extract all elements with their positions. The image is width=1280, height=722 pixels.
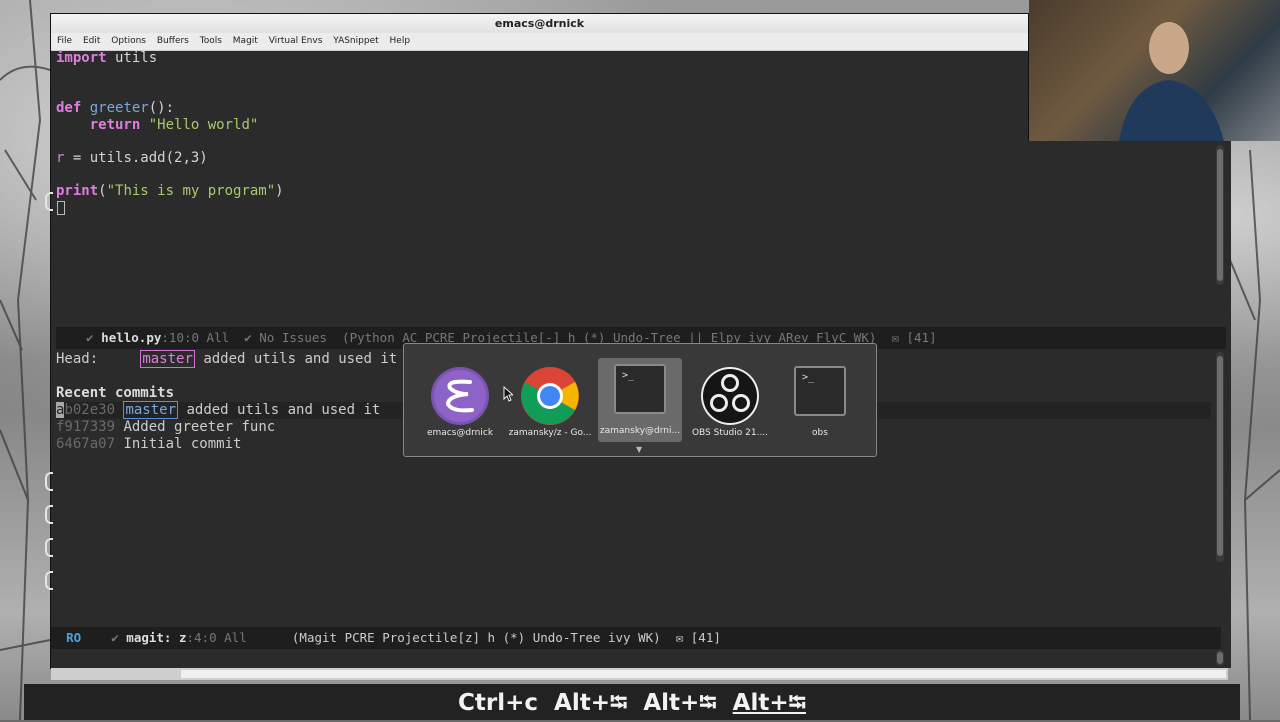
- commit-row[interactable]: f917339 Added greeter func: [56, 419, 275, 436]
- code-line[interactable]: return "Hello world": [56, 117, 259, 134]
- fringe-marker: [45, 538, 53, 557]
- code-line[interactable]: print("This is my program"): [56, 183, 284, 200]
- webcam-overlay: [1029, 0, 1280, 141]
- chrome-icon: [520, 366, 580, 426]
- switcher-item-terminal-active[interactable]: >_ zamansky@drni...: [598, 358, 682, 442]
- menu-buffers[interactable]: Buffers: [157, 33, 189, 50]
- window-title: emacs@drnick: [51, 14, 1028, 33]
- minibuffer-scrollbar[interactable]: [1216, 650, 1224, 666]
- fringe-marker: [45, 505, 53, 524]
- key-ctrl-c: Ctrl+c: [458, 690, 539, 716]
- magit-modeline: RO ✔ magit: z:4:0 All (Magit PCRE Projec…: [51, 627, 1221, 649]
- menu-magit[interactable]: Magit: [233, 33, 258, 50]
- horizontal-scrollbar[interactable]: [51, 668, 1228, 680]
- terminal-icon: >_: [610, 364, 670, 424]
- fringe-marker: [45, 192, 53, 211]
- menu-yasnippet[interactable]: YASnippet: [333, 33, 378, 50]
- menu-file[interactable]: File: [57, 33, 72, 50]
- magit-scrollbar[interactable]: [1216, 352, 1224, 562]
- menu-edit[interactable]: Edit: [83, 33, 100, 50]
- menu-virtual-envs[interactable]: Virtual Envs: [269, 33, 323, 50]
- code-line[interactable]: import utils: [56, 50, 157, 67]
- menu-bar: File Edit Options Buffers Tools Magit Vi…: [51, 33, 1028, 51]
- key-alt-tab: Alt+⭾: [554, 690, 628, 716]
- fringe-marker: [45, 571, 53, 590]
- commit-row[interactable]: 6467a07 Initial commit: [56, 436, 241, 453]
- window-switcher: emacs@drnick zamansky/z - Go... >_ zaman…: [403, 343, 877, 457]
- terminal-icon: >_: [790, 366, 850, 426]
- emacs-icon: [430, 366, 490, 426]
- switcher-item-emacs[interactable]: emacs@drnick: [418, 360, 502, 442]
- recent-commits-heading[interactable]: Recent commits: [56, 385, 174, 402]
- obs-icon: [700, 366, 760, 426]
- code-line[interactable]: def greeter():: [56, 100, 174, 117]
- modeline-filename: hello.py: [101, 330, 162, 345]
- mouse-pointer-icon: [503, 386, 513, 402]
- menu-tools[interactable]: Tools: [200, 33, 222, 50]
- text-cursor: [57, 201, 65, 215]
- switcher-item-chrome[interactable]: zamansky/z - Go...: [508, 360, 592, 442]
- editor-scrollbar[interactable]: [1216, 145, 1224, 285]
- commit-row[interactable]: ab02e30 master added utils and used it: [56, 401, 380, 419]
- selection-arrow-icon: ▼: [636, 445, 643, 454]
- magit-head-line[interactable]: Head: master added utils and used it: [56, 350, 397, 368]
- keystroke-display: Ctrl+c Alt+⭾ Alt+⭾ Alt+⭾: [24, 684, 1240, 720]
- head-branch-badge: master: [140, 350, 195, 368]
- switcher-item-obs[interactable]: OBS Studio 21....: [688, 360, 772, 442]
- code-line[interactable]: r = utils.add(2,3): [56, 150, 208, 167]
- key-alt-tab-current: Alt+⭾: [732, 690, 806, 716]
- menu-options[interactable]: Options: [111, 33, 146, 50]
- commit-branch-badge: master: [123, 401, 179, 419]
- menu-help[interactable]: Help: [390, 33, 411, 50]
- key-alt-tab: Alt+⭾: [643, 690, 717, 716]
- fringe-marker: [45, 472, 53, 491]
- switcher-item-obs-terminal[interactable]: >_ obs: [778, 360, 862, 442]
- person-image: [1119, 22, 1224, 141]
